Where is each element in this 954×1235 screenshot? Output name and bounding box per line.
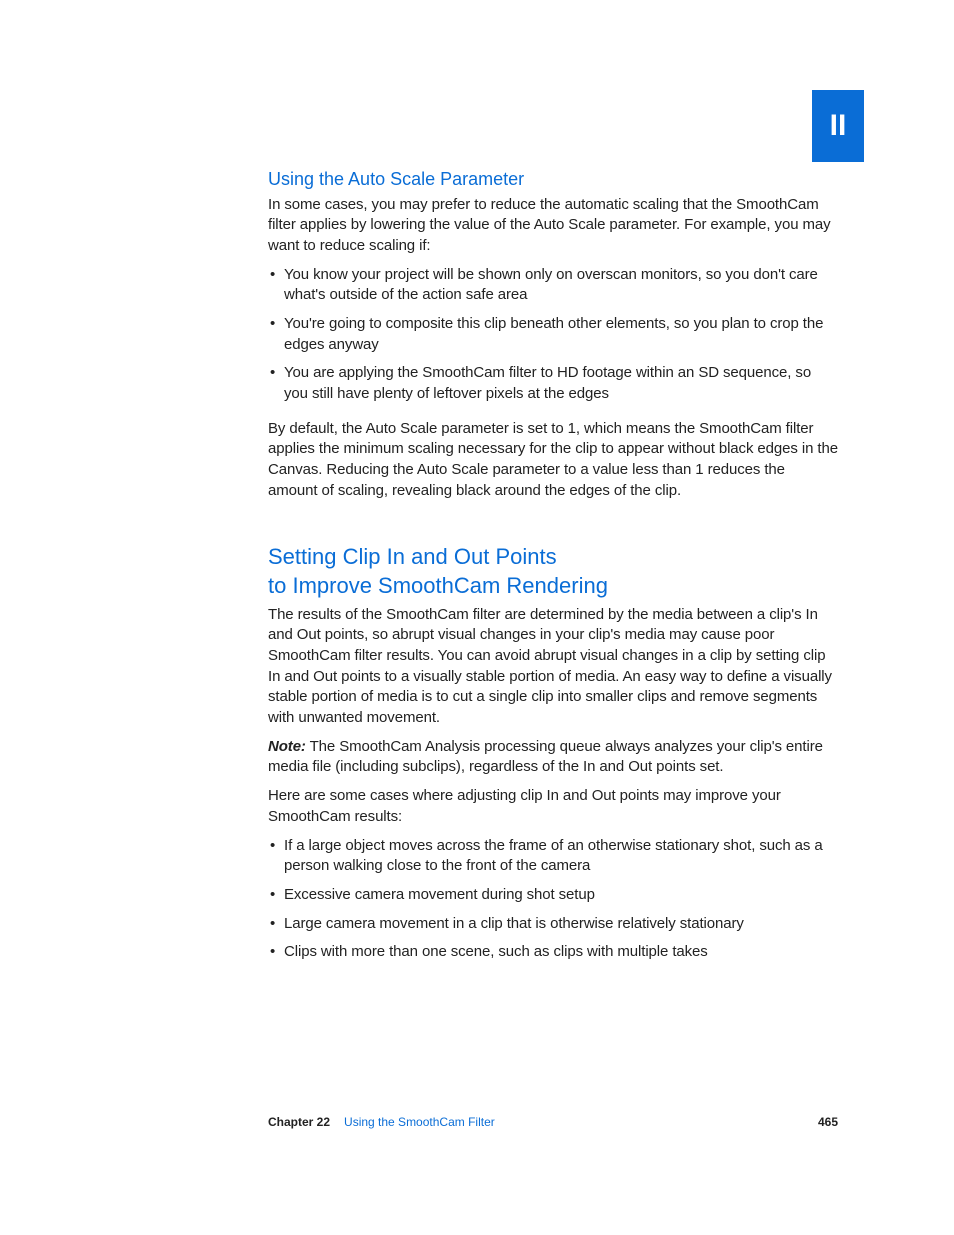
section-in-out-points: Setting Clip In and Out Points to Improv… bbox=[268, 543, 838, 963]
body-text: By default, the Auto Scale parameter is … bbox=[268, 419, 838, 502]
heading-in-out-points: Setting Clip In and Out Points to Improv… bbox=[268, 543, 838, 600]
body-text: The results of the SmoothCam filter are … bbox=[268, 605, 838, 729]
list-item: If a large object moves across the frame… bbox=[268, 836, 838, 877]
body-text: Here are some cases where adjusting clip… bbox=[268, 786, 838, 827]
part-tab: II bbox=[812, 90, 864, 162]
note-body: The SmoothCam Analysis processing queue … bbox=[268, 738, 823, 776]
heading-line: Setting Clip In and Out Points bbox=[268, 544, 557, 569]
list-item: You are applying the SmoothCam filter to… bbox=[268, 363, 838, 404]
bullet-list: You know your project will be shown only… bbox=[268, 265, 838, 405]
note: Note: The SmoothCam Analysis processing … bbox=[268, 737, 838, 778]
page-footer: Chapter 22 Using the SmoothCam Filter 46… bbox=[268, 1115, 838, 1129]
heading-auto-scale: Using the Auto Scale Parameter bbox=[268, 168, 838, 191]
bullet-list: If a large object moves across the frame… bbox=[268, 836, 838, 963]
page-content: Using the Auto Scale Parameter In some c… bbox=[268, 168, 838, 981]
list-item: Large camera movement in a clip that is … bbox=[268, 914, 838, 935]
list-item: Excessive camera movement during shot se… bbox=[268, 885, 838, 906]
note-label: Note: bbox=[268, 738, 306, 755]
part-number: II bbox=[830, 109, 847, 143]
section-auto-scale: Using the Auto Scale Parameter In some c… bbox=[268, 168, 838, 501]
page: II Using the Auto Scale Parameter In som… bbox=[0, 0, 954, 1235]
chapter-title: Using the SmoothCam Filter bbox=[344, 1115, 818, 1129]
heading-line: to Improve SmoothCam Rendering bbox=[268, 573, 608, 598]
list-item: You're going to composite this clip bene… bbox=[268, 314, 838, 355]
body-text: In some cases, you may prefer to reduce … bbox=[268, 195, 838, 257]
chapter-label: Chapter 22 bbox=[268, 1115, 330, 1129]
page-number: 465 bbox=[818, 1115, 838, 1129]
list-item: You know your project will be shown only… bbox=[268, 265, 838, 306]
list-item: Clips with more than one scene, such as … bbox=[268, 942, 838, 963]
